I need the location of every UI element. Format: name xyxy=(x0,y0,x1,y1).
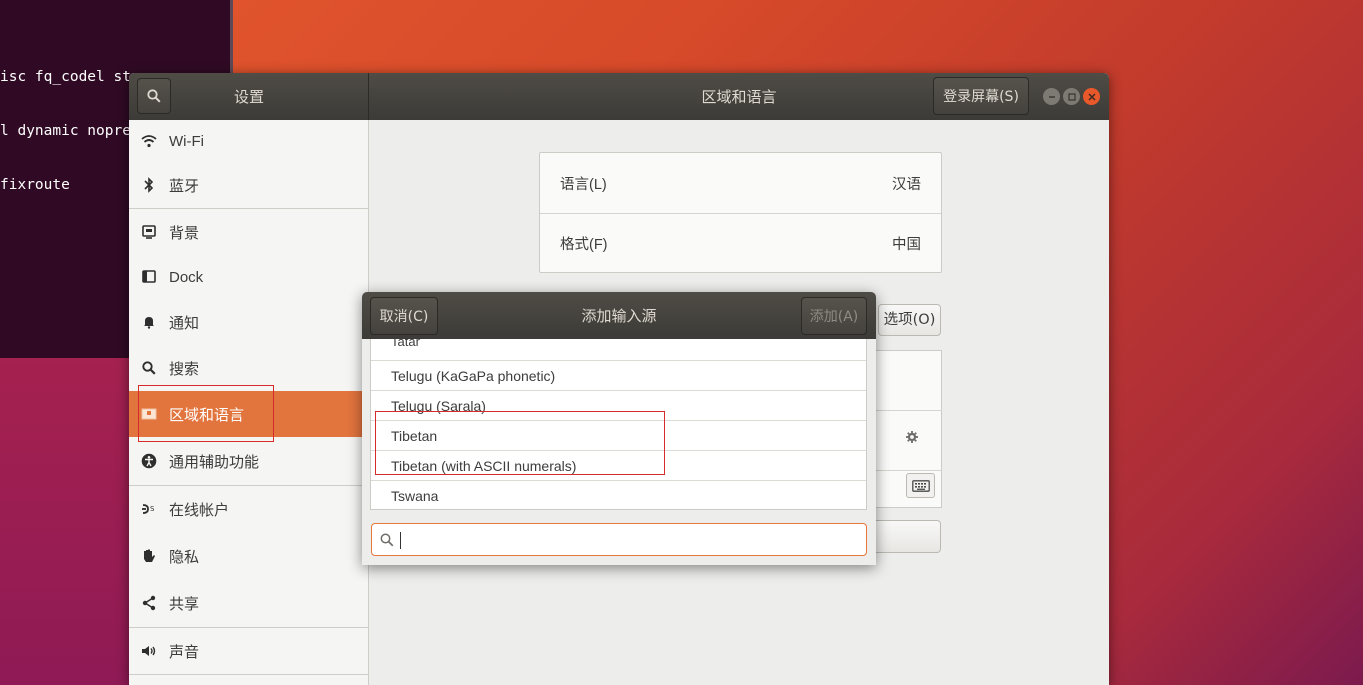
list-item[interactable]: Telugu (Sarala) xyxy=(371,391,866,421)
sidebar-item-label: 在线帐户 xyxy=(169,501,230,519)
close-icon xyxy=(1087,92,1096,101)
add-input-source-dialog: 取消(C) 添加输入源 添加(A) Tatar Telugu (KaGaPa p… xyxy=(362,292,876,565)
search-input[interactable] xyxy=(398,528,858,552)
share-icon xyxy=(129,595,169,611)
input-source-list[interactable]: Tatar Telugu (KaGaPa phonetic) Telugu (S… xyxy=(370,339,867,510)
page-title: 区域和语言 xyxy=(701,88,777,106)
hand-icon xyxy=(129,548,169,564)
online-accounts-icon: S xyxy=(129,502,169,516)
sidebar-item-label: 通知 xyxy=(169,314,200,332)
flag-icon xyxy=(129,408,169,420)
sidebar-item-label: 声音 xyxy=(169,643,200,661)
search-icon xyxy=(147,89,161,103)
bluetooth-icon xyxy=(129,177,169,193)
sidebar-item-label: 共享 xyxy=(169,595,200,613)
search-icon xyxy=(129,361,169,375)
maximize-button[interactable] xyxy=(1063,88,1080,105)
sidebar-item-label: 区域和语言 xyxy=(169,406,245,424)
options-button[interactable]: 选项(O) xyxy=(878,304,941,336)
divider xyxy=(129,674,369,675)
formats-row[interactable]: 格式(F) 中国 xyxy=(540,213,941,273)
keyboard-layout-button[interactable] xyxy=(906,473,935,498)
gear-icon[interactable] xyxy=(905,429,919,448)
list-item[interactable]: Telugu (KaGaPa phonetic) xyxy=(371,361,866,391)
search-icon xyxy=(380,532,394,551)
maximize-icon xyxy=(1067,92,1076,101)
sidebar-item-notifications[interactable]: 通知 xyxy=(129,299,369,345)
formats-label: 格式(F) xyxy=(560,237,608,253)
svg-text:S: S xyxy=(150,505,155,513)
background-icon xyxy=(129,225,169,239)
dialog-title: 添加输入源 xyxy=(581,307,657,325)
list-item[interactable]: Tatar xyxy=(371,339,866,361)
language-format-list: 语言(L) 汉语 格式(F) 中国 xyxy=(539,152,942,273)
sidebar-item-wifi[interactable]: Wi-Fi xyxy=(129,120,369,162)
sidebar-item-background[interactable]: 背景 xyxy=(129,209,369,255)
sidebar-item-label: 隐私 xyxy=(169,548,200,566)
sidebar-item-sharing[interactable]: 共享 xyxy=(129,580,369,626)
settings-titlebar: 设置 区域和语言 登录屏幕(S) xyxy=(129,73,1109,120)
sidebar-item-privacy[interactable]: 隐私 xyxy=(129,533,369,579)
divider xyxy=(876,470,942,471)
formats-value: 中国 xyxy=(892,237,921,253)
sidebar-item-accessibility[interactable]: 通用辅助功能 xyxy=(129,438,369,484)
sidebar-item-label: Dock xyxy=(169,268,204,286)
search-field xyxy=(371,523,867,556)
sidebar-item-label: 蓝牙 xyxy=(169,177,200,195)
sidebar-item-bluetooth[interactable]: 蓝牙 xyxy=(129,162,369,208)
sidebar-item-region-language[interactable]: 区域和语言 xyxy=(129,391,369,437)
search-toggle-button[interactable] xyxy=(137,78,171,114)
sidebar-item-label: 背景 xyxy=(169,224,200,242)
terminal-line: isc fq_codel st xyxy=(0,69,131,85)
sidebar-item-online-accounts[interactable]: S 在线帐户 xyxy=(129,486,369,532)
terminal-line: l dynamic nopre xyxy=(0,123,131,139)
dialog-header: 取消(C) 添加输入源 添加(A) xyxy=(362,292,876,339)
keyboard-icon xyxy=(911,479,930,492)
minimize-icon xyxy=(1048,95,1055,98)
sidebar: Wi-Fi 蓝牙 背景 Dock 通知 搜索 区域和语言 通用辅助功能 S 在线… xyxy=(129,120,369,685)
list-item[interactable]: Tibetan xyxy=(371,421,866,451)
wifi-icon xyxy=(129,134,169,148)
bell-icon xyxy=(129,315,169,329)
sidebar-item-sound[interactable]: 声音 xyxy=(129,628,369,674)
sidebar-item-label: Wi-Fi xyxy=(169,132,204,150)
minimize-button[interactable] xyxy=(1043,88,1060,105)
language-value: 汉语 xyxy=(892,176,921,193)
sidebar-item-label: 搜索 xyxy=(169,360,200,378)
settings-title: 设置 xyxy=(233,88,264,106)
sidebar-item-search[interactable]: 搜索 xyxy=(129,345,369,391)
language-row[interactable]: 语言(L) 汉语 xyxy=(540,153,941,213)
text-cursor xyxy=(400,532,401,549)
sidebar-item-dock[interactable]: Dock xyxy=(129,254,369,300)
language-label: 语言(L) xyxy=(560,176,607,193)
login-screen-button[interactable]: 登录屏幕(S) xyxy=(933,77,1029,115)
sidebar-header: 设置 xyxy=(129,73,369,120)
terminal-line: fixroute xyxy=(0,177,70,193)
cancel-button[interactable]: 取消(C) xyxy=(370,297,438,335)
sidebar-item-label: 通用辅助功能 xyxy=(169,453,260,471)
list-item[interactable]: Tswana xyxy=(371,481,866,509)
add-button[interactable]: 添加(A) xyxy=(801,297,867,335)
dock-icon xyxy=(129,270,169,284)
close-button[interactable] xyxy=(1083,88,1100,105)
accessibility-icon xyxy=(129,453,169,469)
divider xyxy=(876,410,942,411)
list-item[interactable]: Tibetan (with ASCII numerals) xyxy=(371,451,866,481)
speaker-icon xyxy=(129,644,169,658)
manage-languages-button[interactable] xyxy=(875,520,941,553)
